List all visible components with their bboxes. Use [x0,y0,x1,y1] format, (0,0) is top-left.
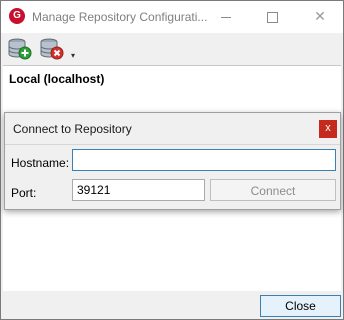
maximize-icon [266,11,278,23]
maximize-button[interactable] [249,1,295,32]
dialog-divider [5,144,340,145]
toolbar-overflow-chevron-icon[interactable]: ▾ [71,51,75,60]
minimize-button[interactable] [203,1,249,32]
port-label: Port: [11,186,37,200]
dialog-title: Connect to Repository [13,122,132,136]
close-button[interactable]: Close [260,295,341,317]
database-remove-icon [40,38,64,60]
footer-bar: Close [1,291,343,319]
window-close-button[interactable]: ✕ [297,1,343,32]
toolbar: ▾ [1,33,343,65]
database-add-icon [8,38,32,60]
repository-item-local[interactable]: Local (localhost) [9,72,104,86]
port-input[interactable] [72,179,205,201]
app-logo-icon: G [9,8,25,24]
window-title: Manage Repository Configurati... [32,10,208,24]
hostname-label: Hostname: [11,156,70,170]
title-bar[interactable]: G Manage Repository Configurati... ✕ [1,1,343,33]
remove-repository-button[interactable] [39,37,65,61]
add-repository-button[interactable] [7,37,33,61]
connect-to-repository-dialog: Connect to Repository x Hostname: Port: … [4,112,341,210]
dialog-close-button[interactable]: x [319,120,337,138]
minimize-icon [221,16,231,18]
hostname-input[interactable] [72,149,336,171]
connect-button[interactable]: Connect [210,179,336,201]
